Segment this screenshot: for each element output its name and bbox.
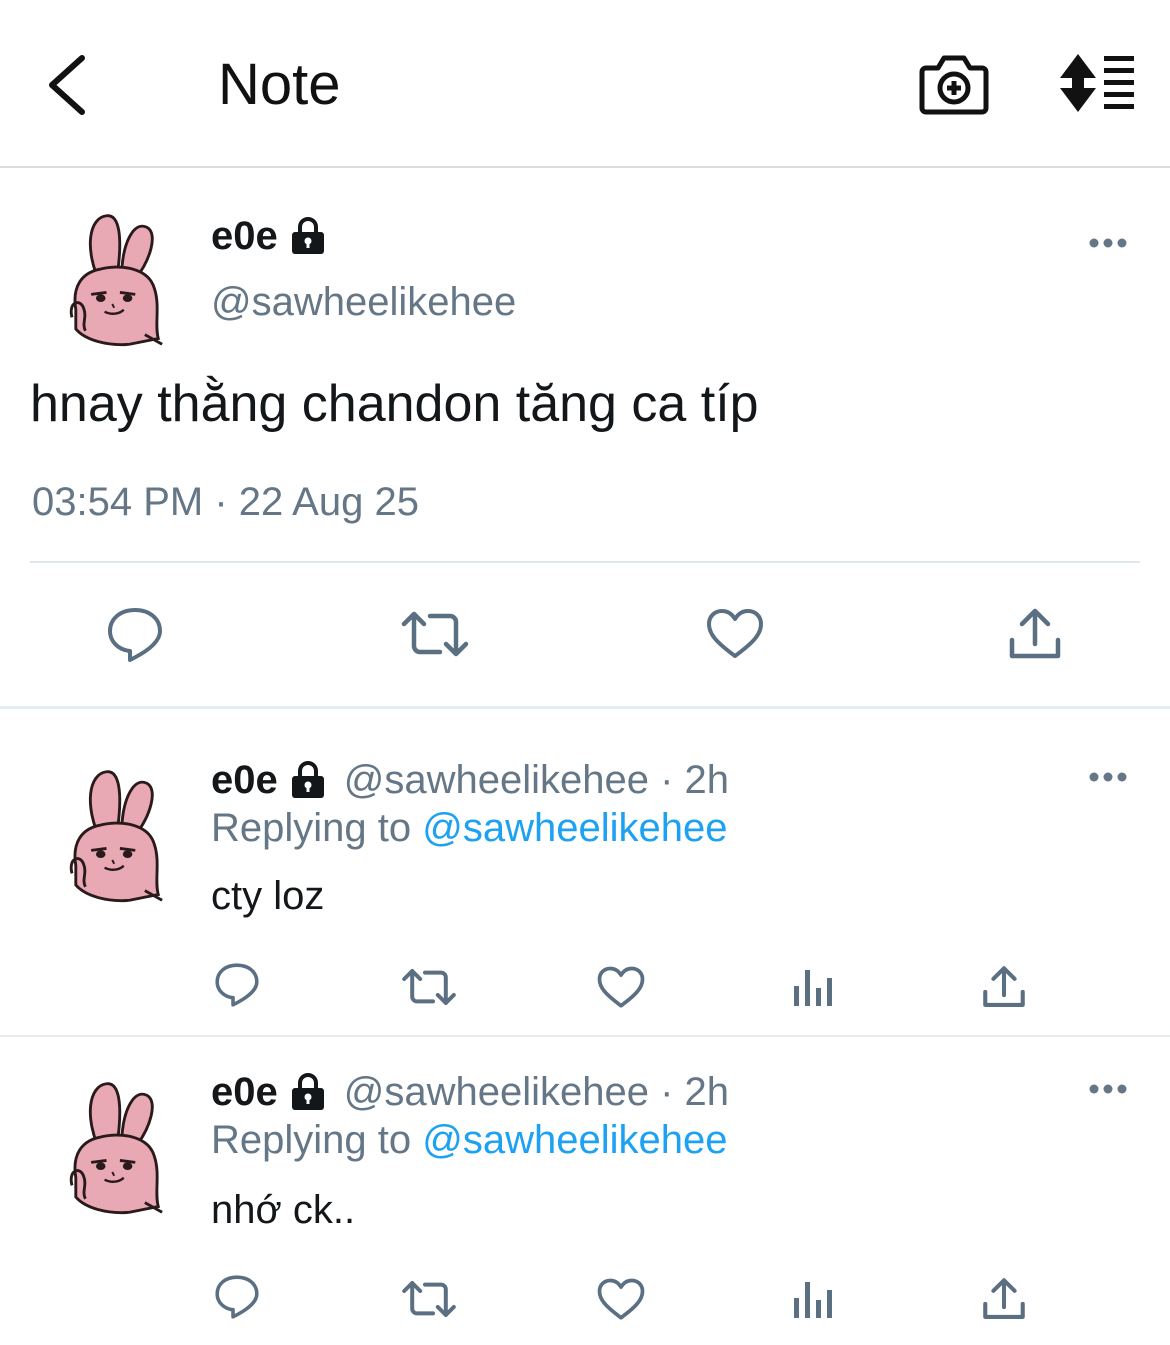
- display-name: e0e: [211, 214, 278, 258]
- handle-and-time: @sawheelikehee · 2h: [343, 1070, 730, 1114]
- camera-plus-icon: [919, 55, 989, 115]
- share-icon[interactable]: [982, 1276, 1026, 1322]
- sort-button[interactable]: [1058, 52, 1138, 114]
- divider: [30, 561, 1140, 563]
- camera-button[interactable]: [918, 50, 990, 118]
- tweet-text: hnay thằng chandon tăng ca típ: [30, 375, 759, 433]
- reply-icon[interactable]: [106, 606, 164, 664]
- share-icon[interactable]: [1008, 606, 1062, 662]
- reply-icon[interactable]: [214, 1274, 260, 1320]
- replying-to: Replying to @sawheelikehee: [211, 804, 727, 852]
- like-icon[interactable]: [597, 1278, 645, 1321]
- analytics-icon[interactable]: [792, 1278, 834, 1320]
- replying-to-label: Replying to: [211, 1118, 423, 1162]
- avatar[interactable]: [60, 210, 176, 350]
- back-button[interactable]: [40, 50, 100, 120]
- lock-icon: [289, 217, 326, 256]
- display-name: e0e: [211, 758, 278, 802]
- more-options-icon[interactable]: [1088, 1082, 1128, 1096]
- tweet-text: cty loz: [211, 874, 325, 918]
- retweet-icon[interactable]: [400, 608, 470, 660]
- tweet-text: nhớ ck..: [211, 1188, 356, 1232]
- replying-to-label: Replying to: [211, 806, 423, 850]
- share-icon[interactable]: [982, 964, 1026, 1010]
- retweet-icon[interactable]: [401, 966, 457, 1008]
- avatar[interactable]: [60, 766, 176, 906]
- top-navigation-bar: Note: [0, 0, 1170, 168]
- more-options-icon[interactable]: [1088, 770, 1128, 784]
- mention-link[interactable]: @sawheelikehee: [422, 806, 727, 850]
- lock-icon: [289, 761, 326, 800]
- handle-and-time: @sawheelikehee · 2h: [343, 758, 730, 802]
- retweet-icon[interactable]: [401, 1278, 457, 1320]
- section-separator: [0, 706, 1170, 709]
- more-options-icon[interactable]: [1088, 236, 1128, 250]
- mention-link[interactable]: @sawheelikehee: [422, 1118, 727, 1162]
- chevron-left-icon: [49, 55, 85, 115]
- replying-to: Replying to @sawheelikehee: [211, 1116, 727, 1164]
- avatar[interactable]: [60, 1078, 176, 1218]
- page-title: Note: [218, 52, 341, 117]
- user-handle[interactable]: @sawheelikehee: [211, 278, 516, 326]
- reply-icon[interactable]: [214, 962, 260, 1008]
- analytics-icon[interactable]: [792, 966, 834, 1008]
- tweet-timestamp: 03:54 PM · 22 Aug 25: [32, 480, 419, 524]
- section-separator: [0, 1035, 1170, 1037]
- display-name: e0e: [211, 1070, 278, 1114]
- like-icon[interactable]: [706, 608, 764, 660]
- sort-list-icon: [1060, 54, 1134, 112]
- lock-icon: [289, 1073, 326, 1112]
- like-icon[interactable]: [597, 966, 645, 1009]
